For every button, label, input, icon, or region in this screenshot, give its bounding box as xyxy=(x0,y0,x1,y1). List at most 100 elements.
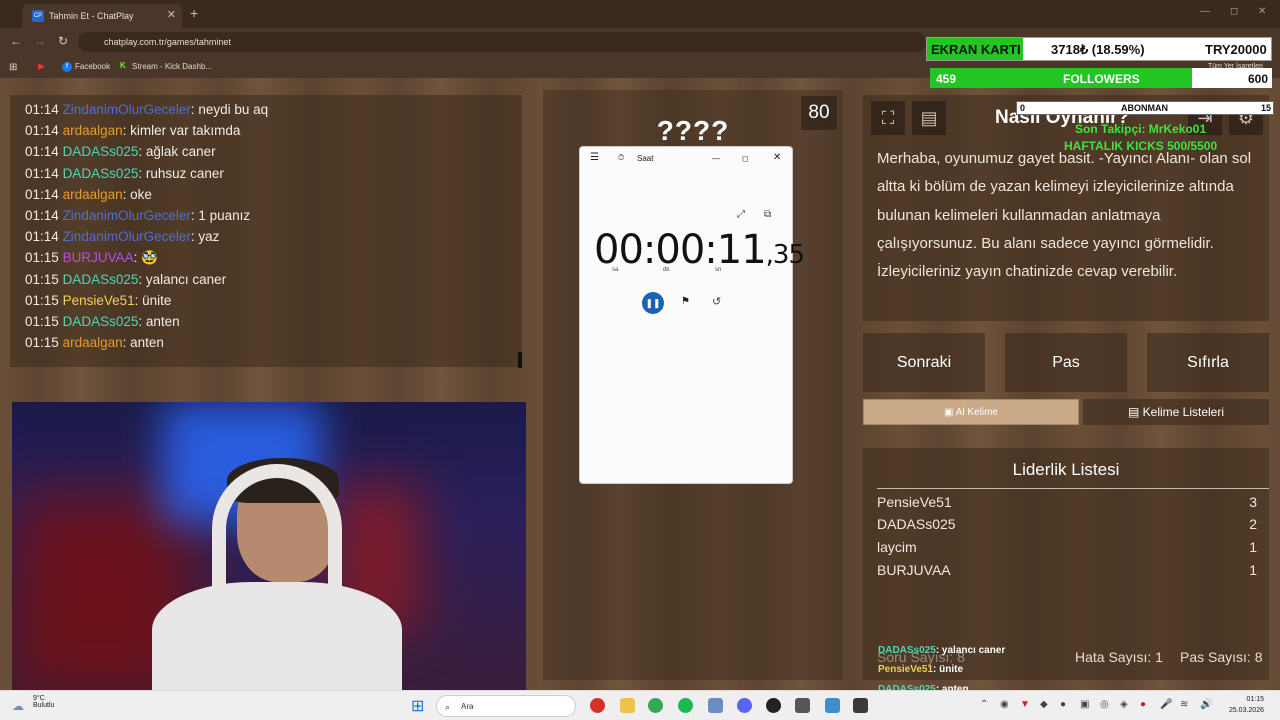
obs-icon[interactable] xyxy=(766,698,781,713)
pass-button[interactable]: Pas xyxy=(1005,333,1127,392)
app-icon-record[interactable] xyxy=(590,698,605,713)
chat-time: 01:14 xyxy=(25,144,59,160)
chat-user[interactable]: ZindanimOlurGeceler xyxy=(63,102,191,117)
clock-titlebar: ☰ ⏱ Saat — ◻ ✕ xyxy=(580,147,792,171)
reset-button[interactable]: Sıfırla xyxy=(1147,333,1269,392)
tab-tahmin-et[interactable]: CP Tahmin Et - ChatPlay ✕ xyxy=(22,4,182,28)
wifi-icon[interactable]: ≋ xyxy=(1180,699,1188,710)
clock-close-icon[interactable]: ✕ xyxy=(773,152,781,163)
chat-user[interactable]: PensieVe51 xyxy=(63,293,135,308)
back-icon[interactable]: ← xyxy=(10,34,22,48)
chat-time: 01:15 xyxy=(25,292,59,308)
chat-user[interactable]: DADASs025 xyxy=(63,166,139,181)
chat-text: : anten xyxy=(138,314,180,330)
unit-seconds: sn xyxy=(715,267,722,273)
tray-icon[interactable]: ⌃ xyxy=(980,699,988,710)
menu-icon[interactable]: ☰ xyxy=(590,152,599,163)
chat-scrollbar[interactable] xyxy=(518,352,522,368)
fullscreen-icon[interactable]: ⛶ xyxy=(871,101,905,135)
chat-user[interactable]: ardaalgan xyxy=(63,123,123,138)
system-clock[interactable]: 01:15 25.03.2026 xyxy=(1229,694,1264,716)
tray-icon[interactable]: ◎ xyxy=(1100,699,1109,710)
app-icon-settings[interactable] xyxy=(708,698,723,713)
sub-current: 0 xyxy=(1020,103,1026,113)
chat-user[interactable]: DADASs025 xyxy=(63,314,139,329)
weather-widget[interactable]: 9°C Bulutlu xyxy=(33,695,54,709)
sub-goal-bar: 0 ABONMAN 15 xyxy=(1016,101,1274,115)
word-lists-label: Kelime Listeleri xyxy=(1142,405,1225,419)
reset-stopwatch-button[interactable]: ↺ xyxy=(712,295,721,308)
app-icon-notes[interactable] xyxy=(795,698,810,713)
chat-user[interactable]: ardaalgan xyxy=(63,187,123,202)
youtube-icon[interactable]: ▶ xyxy=(38,61,45,72)
bookmark-kick-dashboard[interactable]: Stream - Kick Dashb... xyxy=(132,62,212,71)
chat-user[interactable]: DADASs025 xyxy=(63,144,139,159)
clock-time: 01:15 xyxy=(1246,696,1264,703)
leader-name: DADASs025 xyxy=(877,516,956,532)
clock-taskbar-icon[interactable] xyxy=(853,698,868,713)
app-icon-browser[interactable] xyxy=(825,698,840,713)
close-window-icon[interactable]: ✕ xyxy=(1258,6,1266,17)
pause-button[interactable]: ❚❚ xyxy=(642,292,664,314)
tray-icon[interactable]: 🎤 xyxy=(1160,699,1172,710)
file-explorer-icon[interactable] xyxy=(620,698,635,713)
leader-name: laycim xyxy=(877,539,917,555)
next-button[interactable]: Sonraki xyxy=(863,333,985,392)
followers-label: FOLLOWERS xyxy=(1063,72,1140,86)
chat-text: : ruhsuz caner xyxy=(138,165,224,181)
taskbar: ☁ 9°C Bulutlu ⊞ ⌕ Ara ⌃ ◉ ▼ ◆ ● ▣ ◎ ◈ ● … xyxy=(0,690,1280,720)
chat-user[interactable]: ZindanimOlurGeceler xyxy=(63,208,191,223)
chat-user[interactable]: ardaalgan xyxy=(63,335,123,350)
discord-icon[interactable] xyxy=(737,698,752,713)
tab-title: Tahmin Et - ChatPlay xyxy=(49,11,134,21)
clock-app-title: Saat xyxy=(637,154,654,163)
taskbar-search[interactable]: ⌕ Ara xyxy=(436,695,576,717)
how-to-text: Merhaba, oyunumuz gayet basit. -Yayıncı … xyxy=(877,150,1252,281)
clock-minimize-icon[interactable]: — xyxy=(712,154,720,163)
bookmark-facebook[interactable]: Facebook xyxy=(75,62,110,71)
leader-score: 3 xyxy=(1249,494,1257,510)
error-count: Hata Sayısı: 1 xyxy=(1075,649,1163,665)
chat-panel: 01:14 ZindanimOlurGeceler: neydi bu aq 01… xyxy=(10,95,522,367)
volume-icon[interactable]: 🔊 xyxy=(1200,699,1212,710)
chat-text: : ağlak caner xyxy=(138,144,216,160)
chat-text: : yalancı caner xyxy=(138,271,227,287)
new-tab-button[interactable]: + xyxy=(190,5,198,21)
chat-user[interactable]: DADASs025 xyxy=(63,272,139,287)
stopwatch-main: 00:00:11 xyxy=(594,227,767,273)
tray-icon[interactable]: ▣ xyxy=(1080,699,1089,710)
take-word-button[interactable]: ▣ Al Kelime xyxy=(863,399,1079,425)
kick-icon: K xyxy=(120,61,126,70)
minimize-icon[interactable]: — xyxy=(1200,6,1210,17)
tray-icon[interactable]: ◉ xyxy=(1000,699,1009,710)
chat-message: 01:15 ardaalgan: anten xyxy=(25,332,522,353)
chat-message: 01:14 ZindanimOlurGeceler: 1 puanız xyxy=(25,205,522,226)
apps-grid-icon[interactable]: ⊞ xyxy=(9,62,17,73)
url-input[interactable]: chatplay.com.tr/games/tahminet xyxy=(78,32,926,52)
last-follower: Son Takipçi: MrKeko01 xyxy=(1075,122,1207,136)
tray-icon[interactable]: ● xyxy=(1140,699,1146,710)
tray-icon[interactable]: ▼ xyxy=(1020,699,1030,710)
tray-icon[interactable]: ◈ xyxy=(1120,699,1128,710)
list-icon: ▤ xyxy=(1127,405,1143,419)
followers-current: 459 xyxy=(936,72,957,86)
tray-icon[interactable]: ● xyxy=(1060,699,1066,710)
lap-flag-button[interactable]: ⚑ xyxy=(681,296,690,307)
unit-minutes: dk xyxy=(663,267,670,273)
compact-overlay-icon[interactable]: ⧉ xyxy=(764,209,771,220)
word-lists-button[interactable]: ▤ Kelime Listeleri xyxy=(1083,399,1269,425)
forward-icon[interactable]: → xyxy=(34,34,46,48)
chrome-icon[interactable] xyxy=(648,698,663,713)
spotify-icon[interactable] xyxy=(678,698,693,713)
expand-icon[interactable]: ⤢ xyxy=(737,209,745,220)
chat-time: 01:14 xyxy=(25,208,59,224)
chat-user[interactable]: BURJUVAA xyxy=(63,250,134,265)
reload-icon[interactable]: ↻ xyxy=(58,34,68,48)
notes-icon[interactable]: ▤ xyxy=(912,101,946,135)
maximize-icon[interactable]: ◻ xyxy=(1230,6,1238,17)
close-tab-icon[interactable]: ✕ xyxy=(167,8,176,21)
clock-maximize-icon[interactable]: ◻ xyxy=(742,154,749,163)
tray-icon[interactable]: ◆ xyxy=(1040,699,1048,710)
windows-start-icon[interactable]: ⊞ xyxy=(411,696,424,716)
chat-user[interactable]: ZindanimOlurGeceler xyxy=(63,229,191,244)
